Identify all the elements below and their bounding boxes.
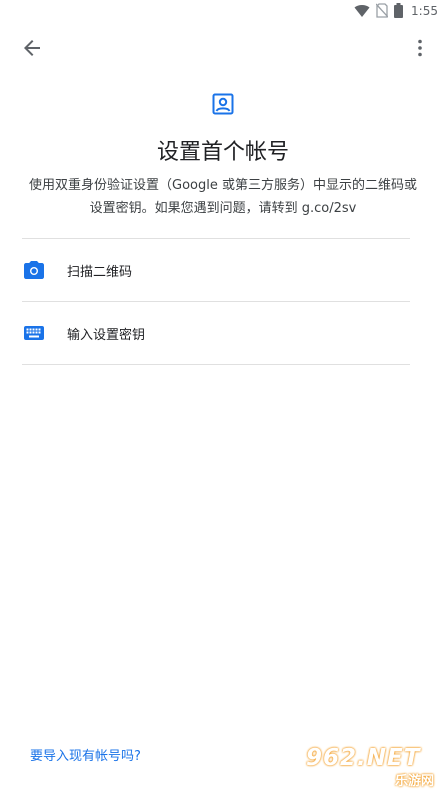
more-vert-icon — [418, 39, 422, 57]
keyboard-icon — [24, 326, 44, 340]
status-time: 1:55 — [411, 3, 438, 18]
watermark-logo: 962.NET 乐游网 — [306, 745, 440, 789]
app-bar — [0, 24, 446, 72]
account-box-icon — [212, 93, 234, 115]
enter-setup-key-label: 输入设置密钥 — [67, 328, 146, 343]
scan-qr-code-option[interactable]: 扫描二维码 — [22, 239, 410, 301]
overflow-menu-button[interactable] — [408, 36, 432, 60]
arrow-back-icon — [24, 40, 40, 56]
no-sim-icon — [376, 3, 389, 18]
battery-icon — [394, 3, 404, 18]
status-icons: 1:55 — [354, 3, 438, 18]
page-title: 设置首个帐号 — [156, 140, 289, 165]
back-button[interactable] — [20, 36, 44, 60]
enter-setup-key-option[interactable]: 输入设置密钥 — [22, 302, 410, 364]
watermark-subtext: 乐游网 — [394, 774, 434, 789]
wifi-icon — [354, 4, 370, 17]
camera-icon — [24, 261, 44, 279]
watermark-text: 962.NET — [306, 745, 421, 771]
import-existing-accounts-link[interactable]: 要导入现有帐号吗? — [30, 745, 141, 764]
page-description: 使用双重身份验证设置（Google 或第三方服务）中显示的二维码或设置密钥。如果… — [29, 178, 417, 216]
divider — [22, 364, 410, 365]
scan-qr-code-label: 扫描二维码 — [67, 265, 133, 280]
status-bar: 1:55 — [0, 0, 446, 24]
